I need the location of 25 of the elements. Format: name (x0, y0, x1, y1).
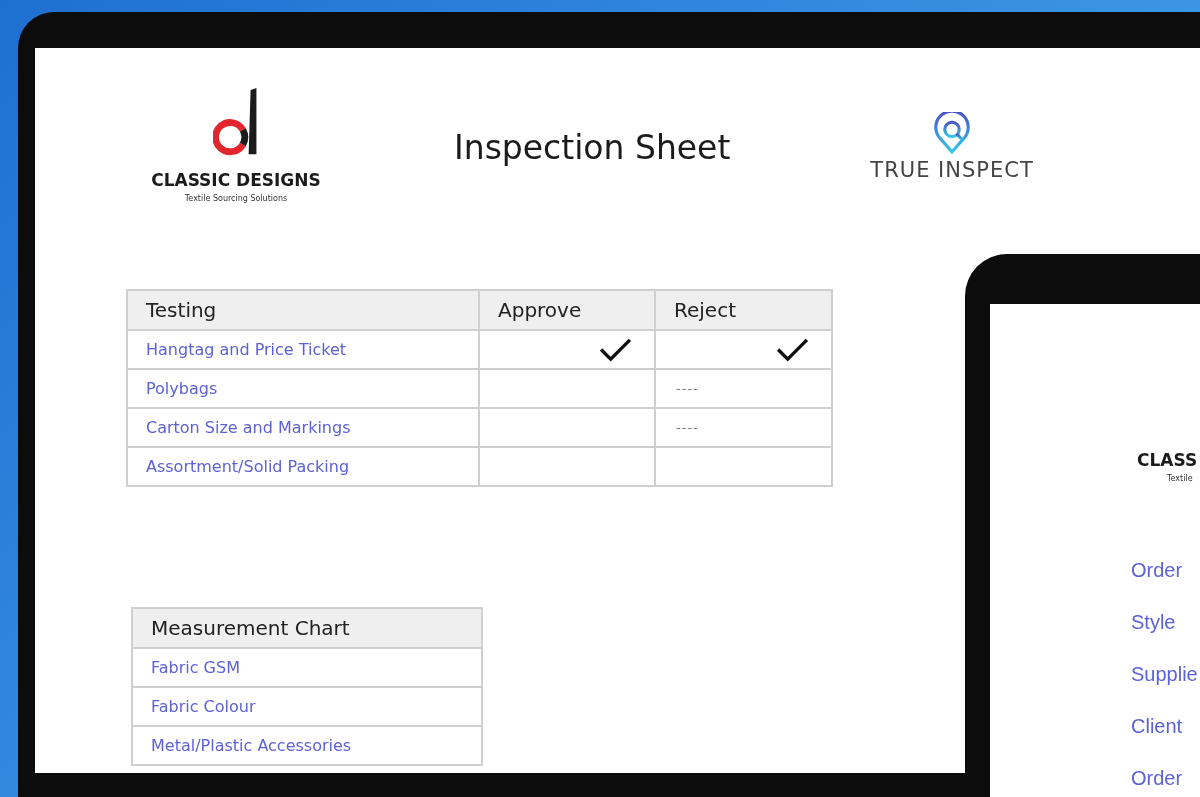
table-cell: Fabric Colour (132, 687, 482, 726)
table-cell: Polybags (127, 369, 479, 408)
field-label: Supplie (1131, 662, 1199, 687)
field-label: Order (1131, 558, 1184, 583)
column-header: Approve (479, 290, 655, 330)
table-cell: Assortment/Solid Packing (127, 447, 479, 486)
table-cell: Fabric GSM (132, 648, 482, 687)
column-header: Reject (655, 290, 832, 330)
table-cell: Hangtag and Price Ticket (127, 330, 479, 369)
field-label: Style (1131, 610, 1177, 635)
field-label: Client (1131, 714, 1184, 739)
table-cell-text: ---- (675, 420, 700, 435)
field-label: Order (1131, 766, 1184, 791)
column-header: Testing (127, 290, 479, 330)
brand-tagline: Textile Sourcing Solutions (184, 194, 288, 203)
column-header: Measurement Chart (132, 608, 482, 648)
location-pin-icon (934, 112, 971, 154)
table-cell: Metal/Plastic Accessories (132, 726, 482, 765)
table-cell: Carton Size and Markings (127, 408, 479, 447)
brand-name: CLASSIC DESIGNS (151, 170, 321, 190)
partner-name: TRUE INSPECT (870, 158, 1034, 182)
sheet-title: Inspection Sheet (454, 128, 731, 167)
table-cell-text: ---- (675, 381, 700, 396)
brand-name: CLASS (1137, 450, 1199, 470)
brand-tagline: Textile (1167, 474, 1194, 483)
